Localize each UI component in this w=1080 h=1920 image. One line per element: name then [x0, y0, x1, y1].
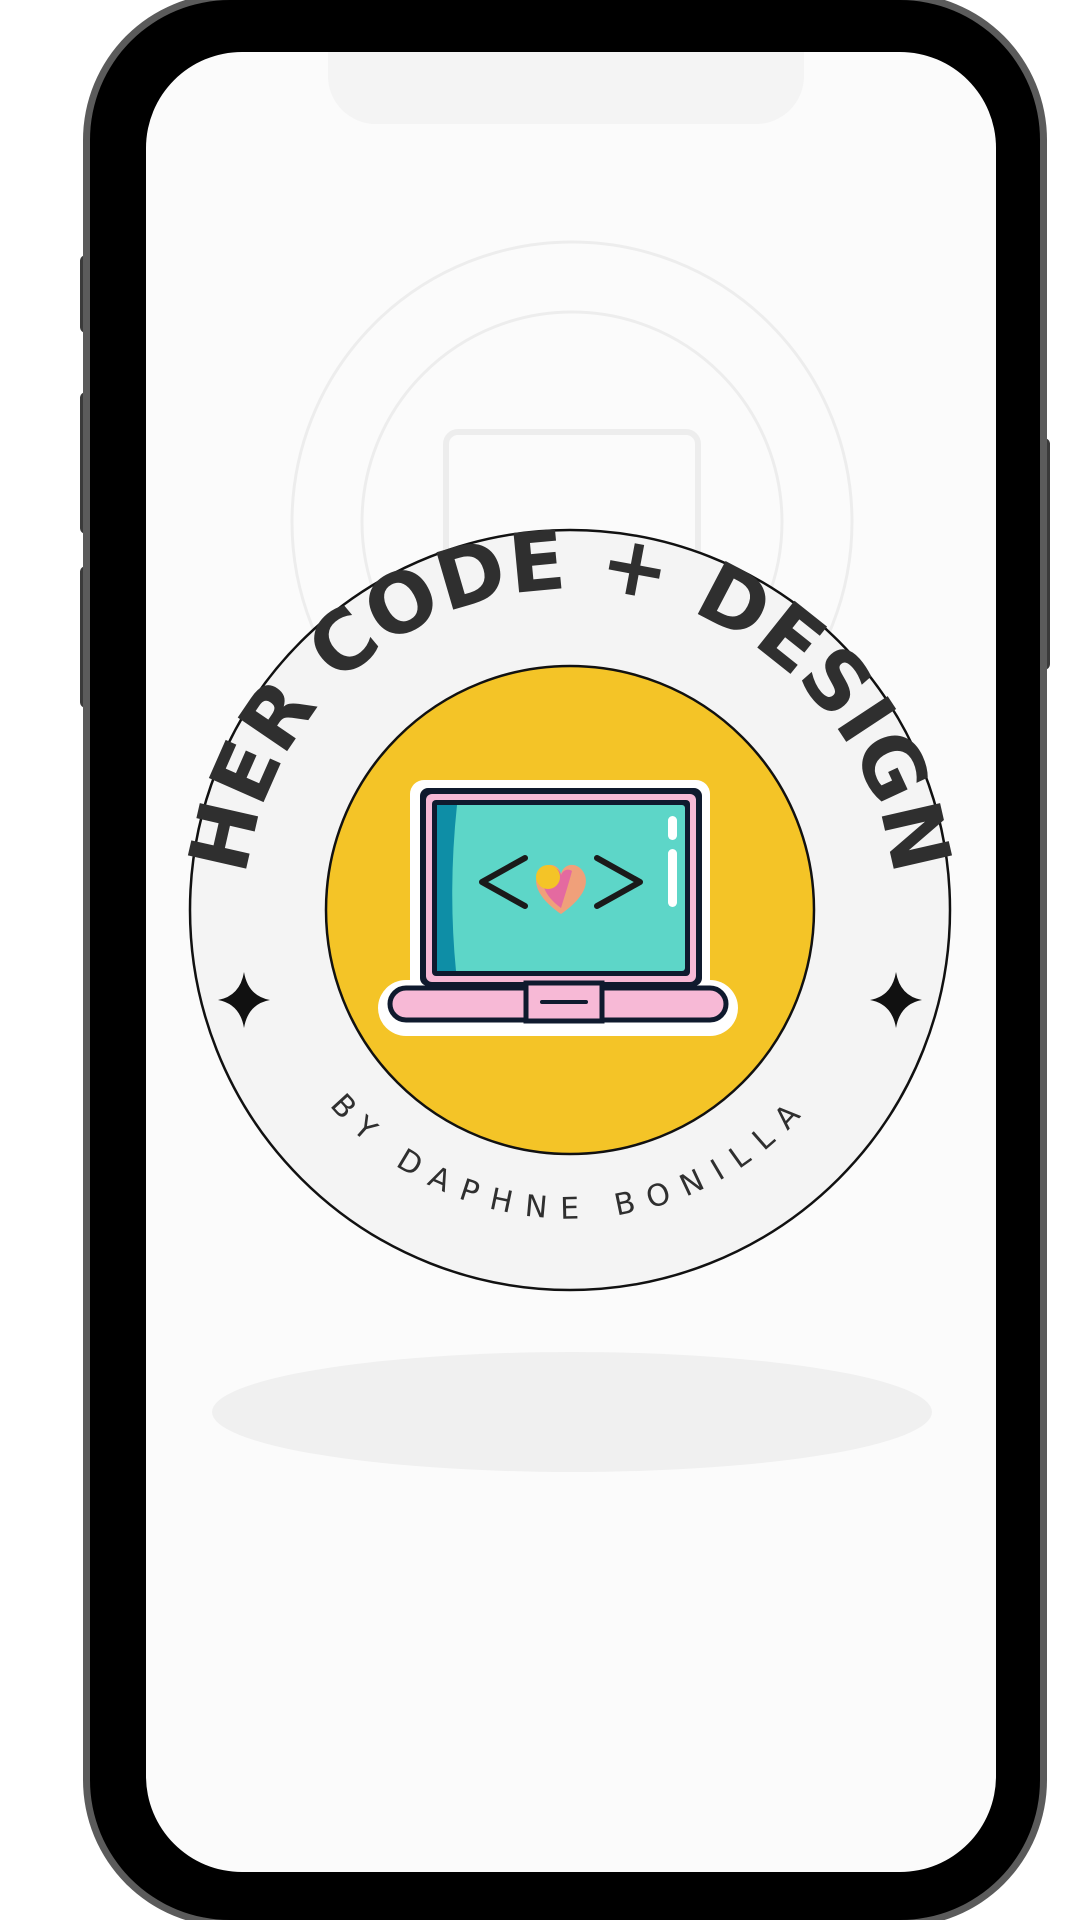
logo-badge: HER CODE + DESIGN BY DAPHNE BONILLA: [171, 513, 969, 1292]
laptop-icon: [378, 780, 738, 1036]
bottom-ghost: [212, 1352, 932, 1472]
